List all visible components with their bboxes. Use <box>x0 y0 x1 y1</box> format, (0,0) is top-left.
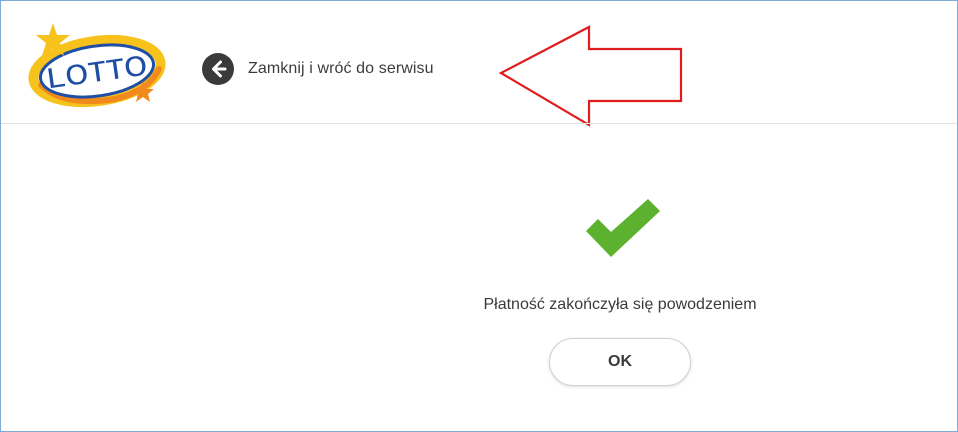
arrow-left-circle-icon <box>202 53 234 85</box>
ok-button[interactable]: OK <box>549 338 691 386</box>
back-to-service-link[interactable]: Zamknij i wróć do serwisu <box>202 53 434 85</box>
checkmark-icon <box>586 199 660 257</box>
lotto-logo: LOTTO <box>28 23 166 108</box>
red-arrow-annotation <box>498 25 683 127</box>
back-link-label: Zamknij i wróć do serwisu <box>248 60 434 77</box>
browser-frame: LOTTO Zamknij i wróć do serwisu Płatność… <box>0 0 958 432</box>
payment-result-panel: Płatność zakończyła się powodzeniem OK <box>1 124 957 431</box>
payment-success-message: Płatność zakończyła się powodzeniem <box>483 296 757 313</box>
page-header: LOTTO Zamknij i wróć do serwisu <box>1 1 957 127</box>
